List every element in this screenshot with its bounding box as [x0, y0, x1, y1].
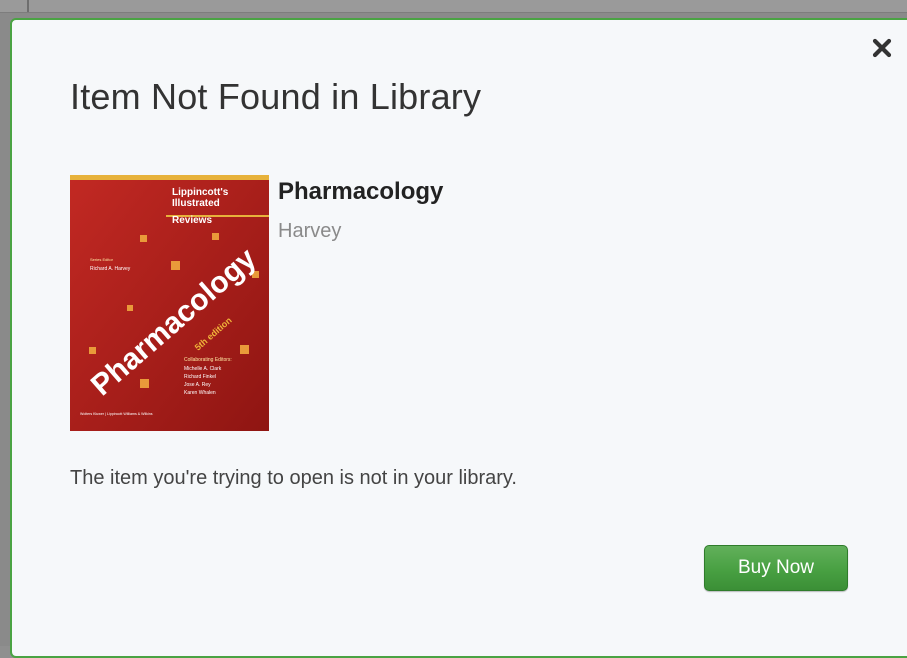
item-not-found-dialog: Item Not Found in Library Lippincott's I…	[10, 18, 907, 658]
cover-collab-label: Collaborating Editors:	[184, 357, 232, 363]
cover-editor-label: Series Editor	[90, 257, 114, 262]
dialog-title: Item Not Found in Library	[70, 76, 482, 117]
buy-now-button[interactable]: Buy Now	[704, 545, 848, 591]
cover-collaborator-3: Jose A. Rey	[184, 382, 211, 388]
background-divider	[27, 0, 29, 12]
cover-series-line-1: Lippincott's	[172, 187, 229, 198]
cover-collaborator-4: Karen Whalen	[184, 390, 216, 396]
cover-series-line-2: Illustrated	[172, 198, 220, 209]
cover-series-line-3: Reviews	[172, 215, 212, 226]
cover-editor-name: Richard A. Harvey	[90, 266, 131, 272]
cover-collaborator-2: Richard Finkel	[184, 374, 216, 380]
book-title[interactable]: Pharmacology	[278, 178, 443, 206]
close-icon-glyph	[872, 38, 892, 58]
background-strip	[0, 0, 907, 13]
book-cover-image[interactable]: Lippincott's Illustrated Reviews Series …	[70, 175, 269, 431]
close-icon[interactable]	[870, 36, 894, 60]
not-in-library-message: The item you're trying to open is not in…	[70, 467, 517, 489]
cover-collaborator-1: Michelle A. Clark	[184, 366, 222, 372]
cover-publisher: Wolters Kluwer | Lippincott Williams & W…	[80, 412, 153, 416]
book-author: Harvey	[278, 220, 342, 242]
